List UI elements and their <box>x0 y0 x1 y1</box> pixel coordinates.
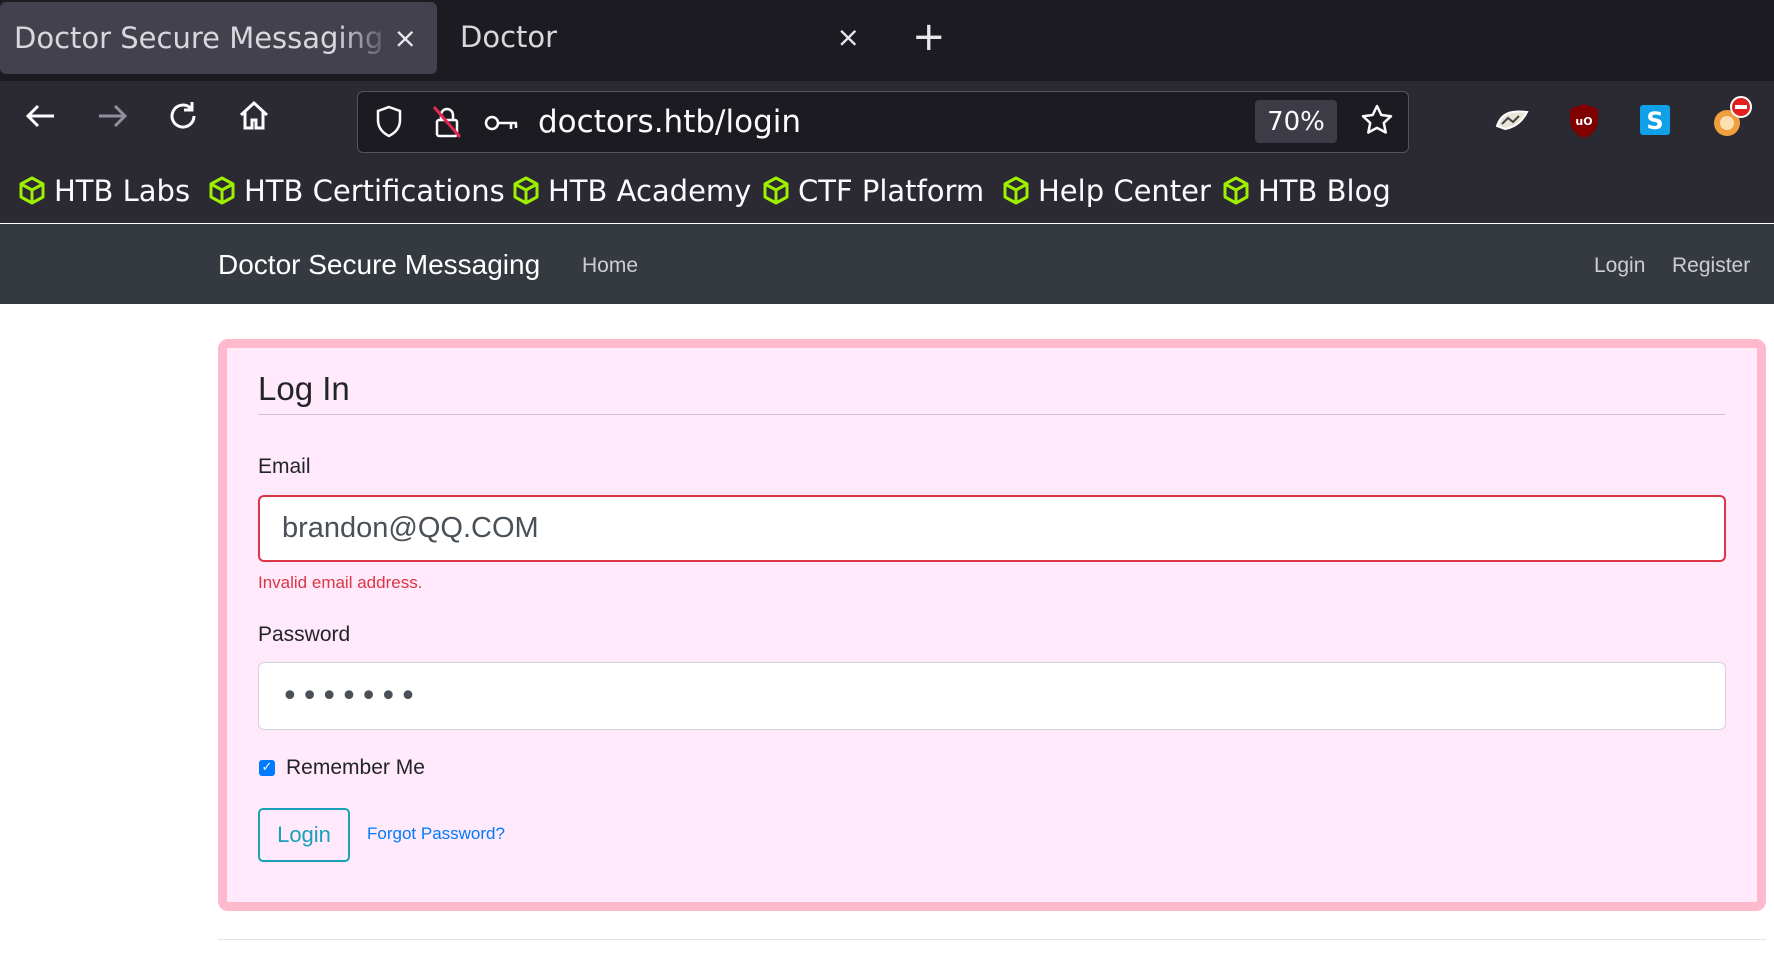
nav-login-link[interactable]: Login <box>1594 254 1645 278</box>
email-label: Email <box>258 455 311 478</box>
remember-me-label[interactable]: Remember Me <box>286 756 425 780</box>
htb-cube-icon <box>1223 176 1249 205</box>
close-icon[interactable]: × <box>837 21 860 54</box>
email-error-message: Invalid email address. <box>258 573 423 592</box>
nav-register-link[interactable]: Register <box>1672 254 1750 278</box>
bookmark-ctf-platform[interactable]: CTF Platform <box>762 174 984 208</box>
forward-arrow-icon[interactable] <box>93 97 131 144</box>
adblock-icon[interactable] <box>1709 95 1753 144</box>
bookmark-htb-labs[interactable]: HTB Labs <box>18 174 190 208</box>
page-divider <box>218 939 1766 940</box>
password-masked-value: ••••••• <box>281 678 419 714</box>
remember-me-checkbox[interactable]: ✓ <box>259 760 275 776</box>
password-field[interactable]: ••••••• <box>258 662 1726 730</box>
form-legend: Log In <box>258 370 350 407</box>
ublock-icon[interactable]: uO <box>1567 102 1601 145</box>
star-bookmark-icon[interactable] <box>1359 102 1395 143</box>
key-icon[interactable] <box>484 110 520 141</box>
bookmark-label: HTB Labs <box>54 174 191 208</box>
htb-cube-icon <box>513 176 539 205</box>
foxyproxy-icon[interactable] <box>1494 104 1530 143</box>
bookmark-label: Help Center <box>1038 174 1211 208</box>
legend-divider <box>258 414 1725 415</box>
htb-cube-icon <box>1003 176 1029 205</box>
login-button-label: Login <box>277 822 331 847</box>
tab-doctor-secure-messaging[interactable]: Doctor Secure Messaging - Lo × <box>0 2 437 74</box>
bookmark-htb-blog[interactable]: HTB Blog <box>1222 174 1391 208</box>
htb-cube-icon <box>209 176 235 205</box>
skype-icon[interactable]: S <box>1638 103 1672 142</box>
insecure-lock-icon[interactable] <box>430 103 464 146</box>
bookmark-htb-certifications[interactable]: HTB Certifications <box>208 174 505 208</box>
bookmark-htb-academy[interactable]: HTB Academy <box>512 174 751 208</box>
bookmark-label: HTB Academy <box>548 174 752 208</box>
login-button[interactable]: Login <box>258 808 350 862</box>
email-field[interactable] <box>258 495 1726 562</box>
svg-text:S: S <box>1646 107 1663 135</box>
tab-doctor[interactable]: Doctor × <box>446 0 880 74</box>
bookmark-label: HTB Blog <box>1258 174 1391 208</box>
home-icon[interactable] <box>235 97 273 144</box>
password-label: Password <box>258 623 351 646</box>
back-arrow-icon[interactable] <box>22 97 60 144</box>
tab-title: Doctor <box>460 20 558 54</box>
htb-cube-icon <box>763 176 789 205</box>
bookmark-label: HTB Certifications <box>244 174 505 208</box>
svg-text:uO: uO <box>1575 115 1592 128</box>
tab-title: Doctor Secure Messaging - Lo <box>14 21 394 55</box>
nav-home-link[interactable]: Home <box>582 254 638 278</box>
forgot-password-link[interactable]: Forgot Password? <box>367 824 505 844</box>
site-brand[interactable]: Doctor Secure Messaging <box>218 249 540 281</box>
htb-cube-icon <box>19 176 45 205</box>
bookmark-label: CTF Platform <box>798 174 985 208</box>
new-tab-button[interactable]: + <box>912 14 946 60</box>
bookmark-help-center[interactable]: Help Center <box>1002 174 1211 208</box>
url-text[interactable]: doctors.htb/login <box>538 104 801 140</box>
shield-icon[interactable] <box>373 104 405 145</box>
reload-icon[interactable] <box>164 97 202 144</box>
close-icon[interactable]: × <box>394 22 417 55</box>
zoom-level-button[interactable]: 70% <box>1255 100 1337 143</box>
